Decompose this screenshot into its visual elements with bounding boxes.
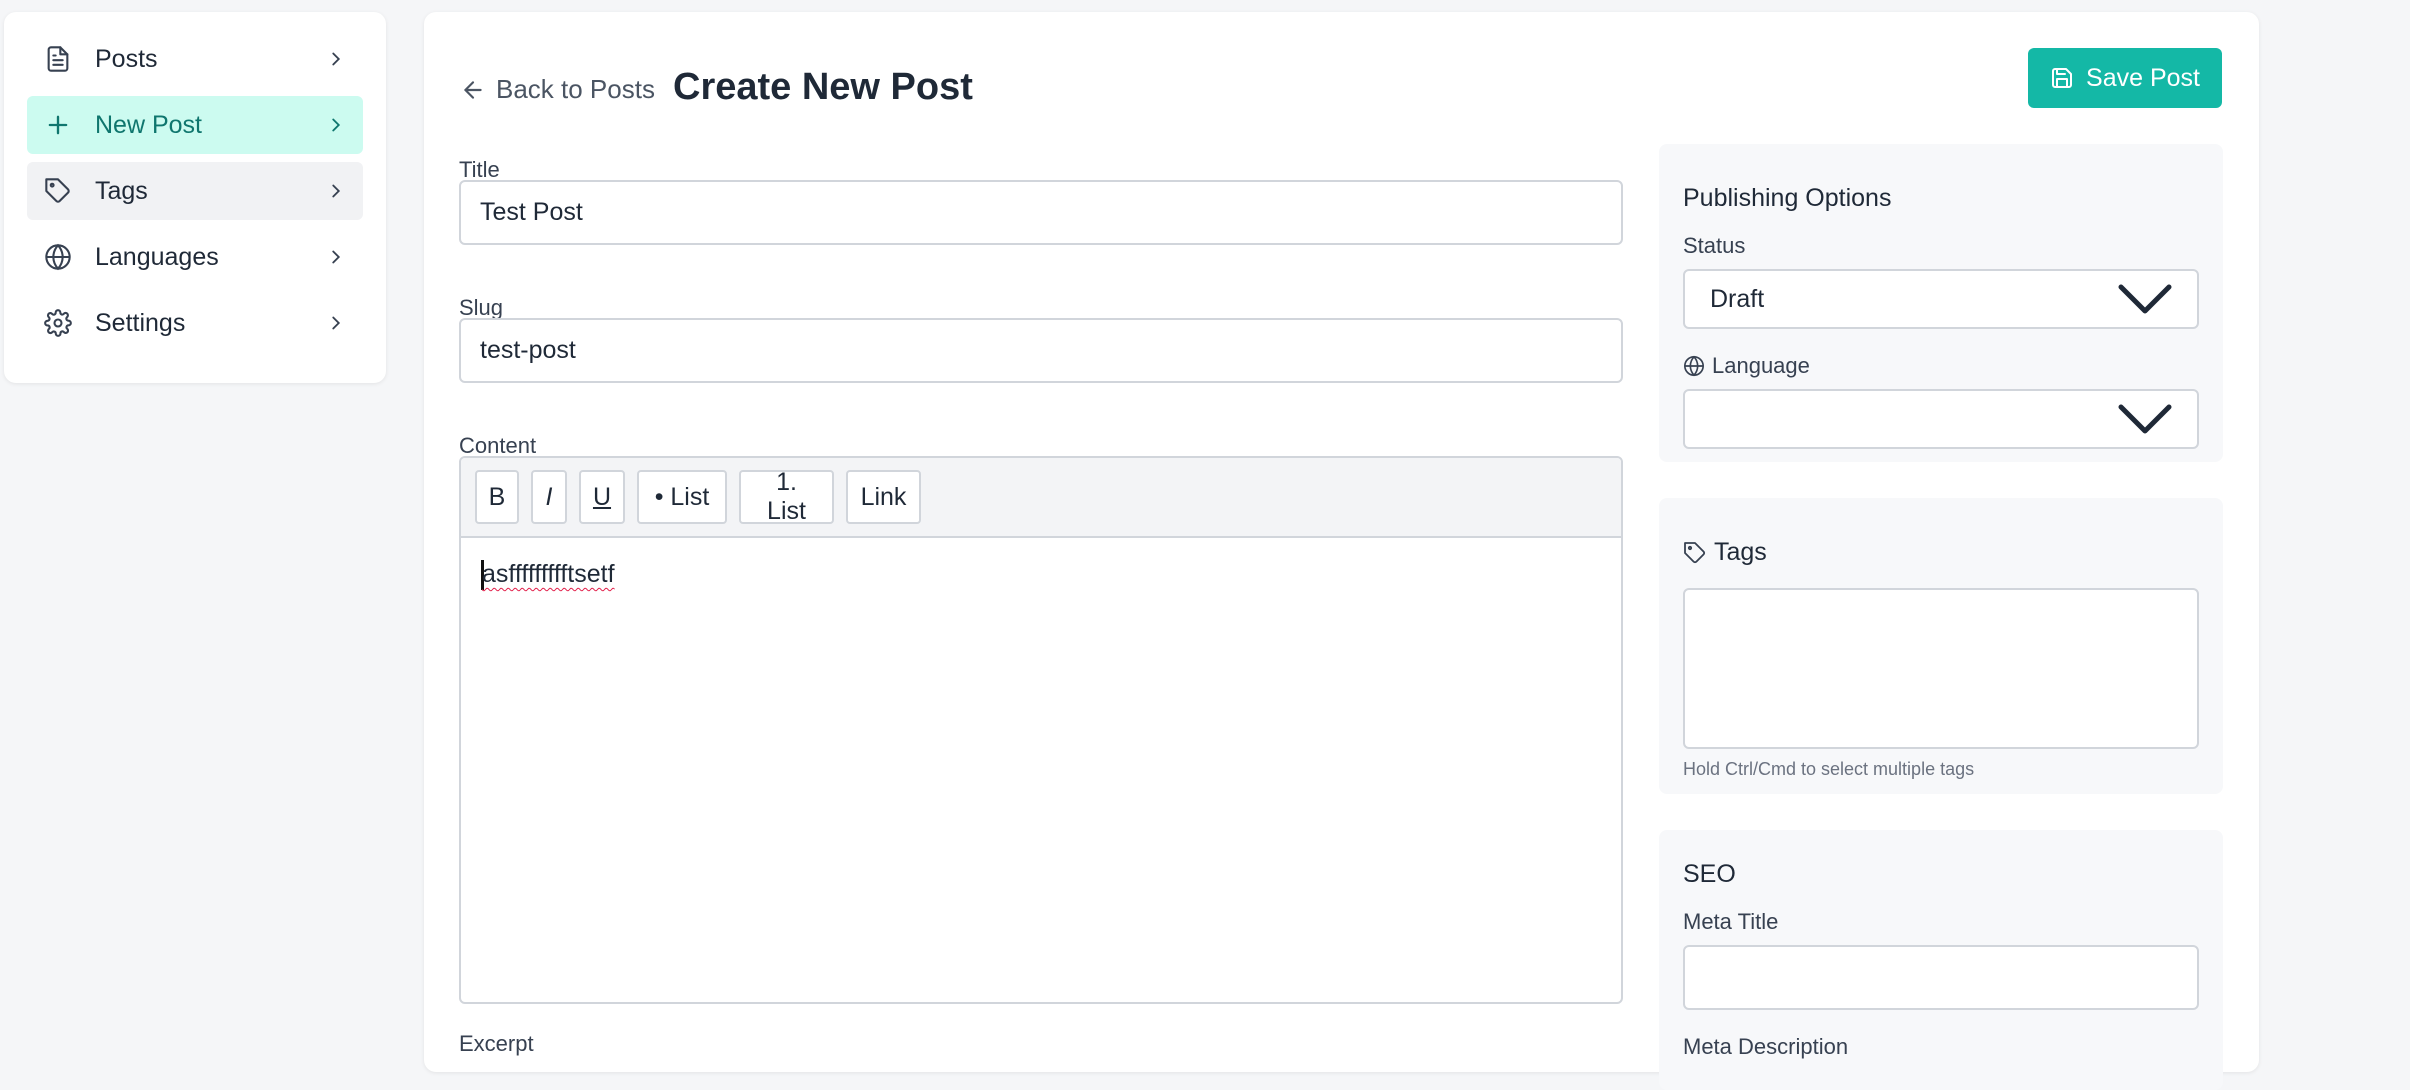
seo-title: SEO [1683, 860, 1736, 888]
tag-icon [1684, 541, 1706, 563]
gear-icon [43, 308, 73, 338]
chevron-right-icon [332, 250, 341, 264]
link-button[interactable]: Link [846, 470, 921, 524]
meta-title-input[interactable] [1683, 945, 2199, 1010]
editor-text: asffffffffftsetf [482, 560, 615, 588]
save-post-button[interactable]: Save Post [2028, 48, 2222, 108]
back-link-label: Back to Posts [496, 74, 655, 104]
save-icon [2052, 68, 2073, 88]
language-select[interactable] [1683, 389, 2199, 449]
meta-description-label: Meta Description [1683, 1034, 1849, 1059]
tags-panel: Tags Hold Ctrl/Cmd to select multiple ta… [1659, 498, 2223, 794]
editor-content-area[interactable]: asffffffffftsetf [461, 538, 1621, 612]
seo-panel: SEO Meta Title Meta Description [1659, 830, 2223, 1090]
bullet-list-button[interactable]: • List [637, 470, 727, 524]
sidebar-item-label: Languages [95, 242, 219, 271]
numbered-list-button[interactable]: 1. List [739, 468, 834, 525]
back-to-posts-link[interactable]: Back to Posts [460, 74, 655, 105]
chevron-down-icon [2118, 404, 2172, 434]
tags-title-row: Tags [1683, 538, 1767, 567]
sidebar-item-tags[interactable]: Tags [27, 162, 363, 220]
meta-title-label: Meta Title [1683, 909, 1779, 934]
tag-icon [43, 176, 73, 206]
language-label: Language [1712, 353, 1810, 378]
sidebar-item-label: Tags [95, 176, 148, 205]
editor-toolbar: B I U • List 1. List Link [461, 458, 1621, 538]
sidebar-item-label: New Post [95, 110, 202, 139]
publishing-options-panel: Publishing Options Status Draft Language [1659, 144, 2223, 462]
globe-icon [1684, 355, 1704, 377]
chevron-right-icon [332, 316, 341, 330]
status-label: Status [1683, 233, 1746, 258]
publishing-options-title: Publishing Options [1683, 184, 1892, 212]
tags-hint: Hold Ctrl/Cmd to select multiple tags [1683, 759, 1975, 779]
excerpt-label: Excerpt [459, 1031, 534, 1056]
tags-multiselect[interactable] [1683, 588, 2199, 749]
chevron-right-icon [332, 184, 341, 198]
status-select[interactable]: Draft [1683, 269, 2199, 329]
sidebar-item-new-post[interactable]: New Post [27, 96, 363, 154]
tags-title: Tags [1714, 538, 1767, 566]
sidebar-item-posts[interactable]: Posts [27, 30, 363, 88]
title-input[interactable]: Test Post [459, 180, 1623, 245]
chevron-right-icon [332, 52, 341, 66]
content-editor: B I U • List 1. List Link asffffffffftse… [459, 456, 1623, 1004]
italic-button[interactable]: I [531, 470, 567, 524]
bold-button[interactable]: B [475, 470, 519, 524]
status-value: Draft [1710, 284, 1765, 313]
save-button-label: Save Post [2086, 63, 2200, 92]
underline-button[interactable]: U [579, 470, 625, 524]
language-label-row: Language [1683, 353, 1810, 379]
chevron-right-icon [332, 118, 341, 132]
page-title: Create New Post [673, 66, 973, 108]
slug-input[interactable]: test-post [459, 318, 1623, 383]
sidebar: Posts New Post Tags Languages Settings [4, 12, 386, 383]
arrow-left-icon [464, 80, 482, 99]
plus-icon [43, 110, 73, 140]
sidebar-item-label: Posts [95, 44, 158, 73]
globe-icon [43, 242, 73, 272]
chevron-down-icon [2118, 284, 2172, 314]
sidebar-item-languages[interactable]: Languages [27, 228, 363, 286]
sidebar-item-label: Settings [95, 308, 186, 337]
main-card: Back to Posts Create New Post Save Post … [424, 12, 2259, 1090]
document-icon [43, 44, 73, 74]
sidebar-item-settings[interactable]: Settings [27, 294, 363, 352]
